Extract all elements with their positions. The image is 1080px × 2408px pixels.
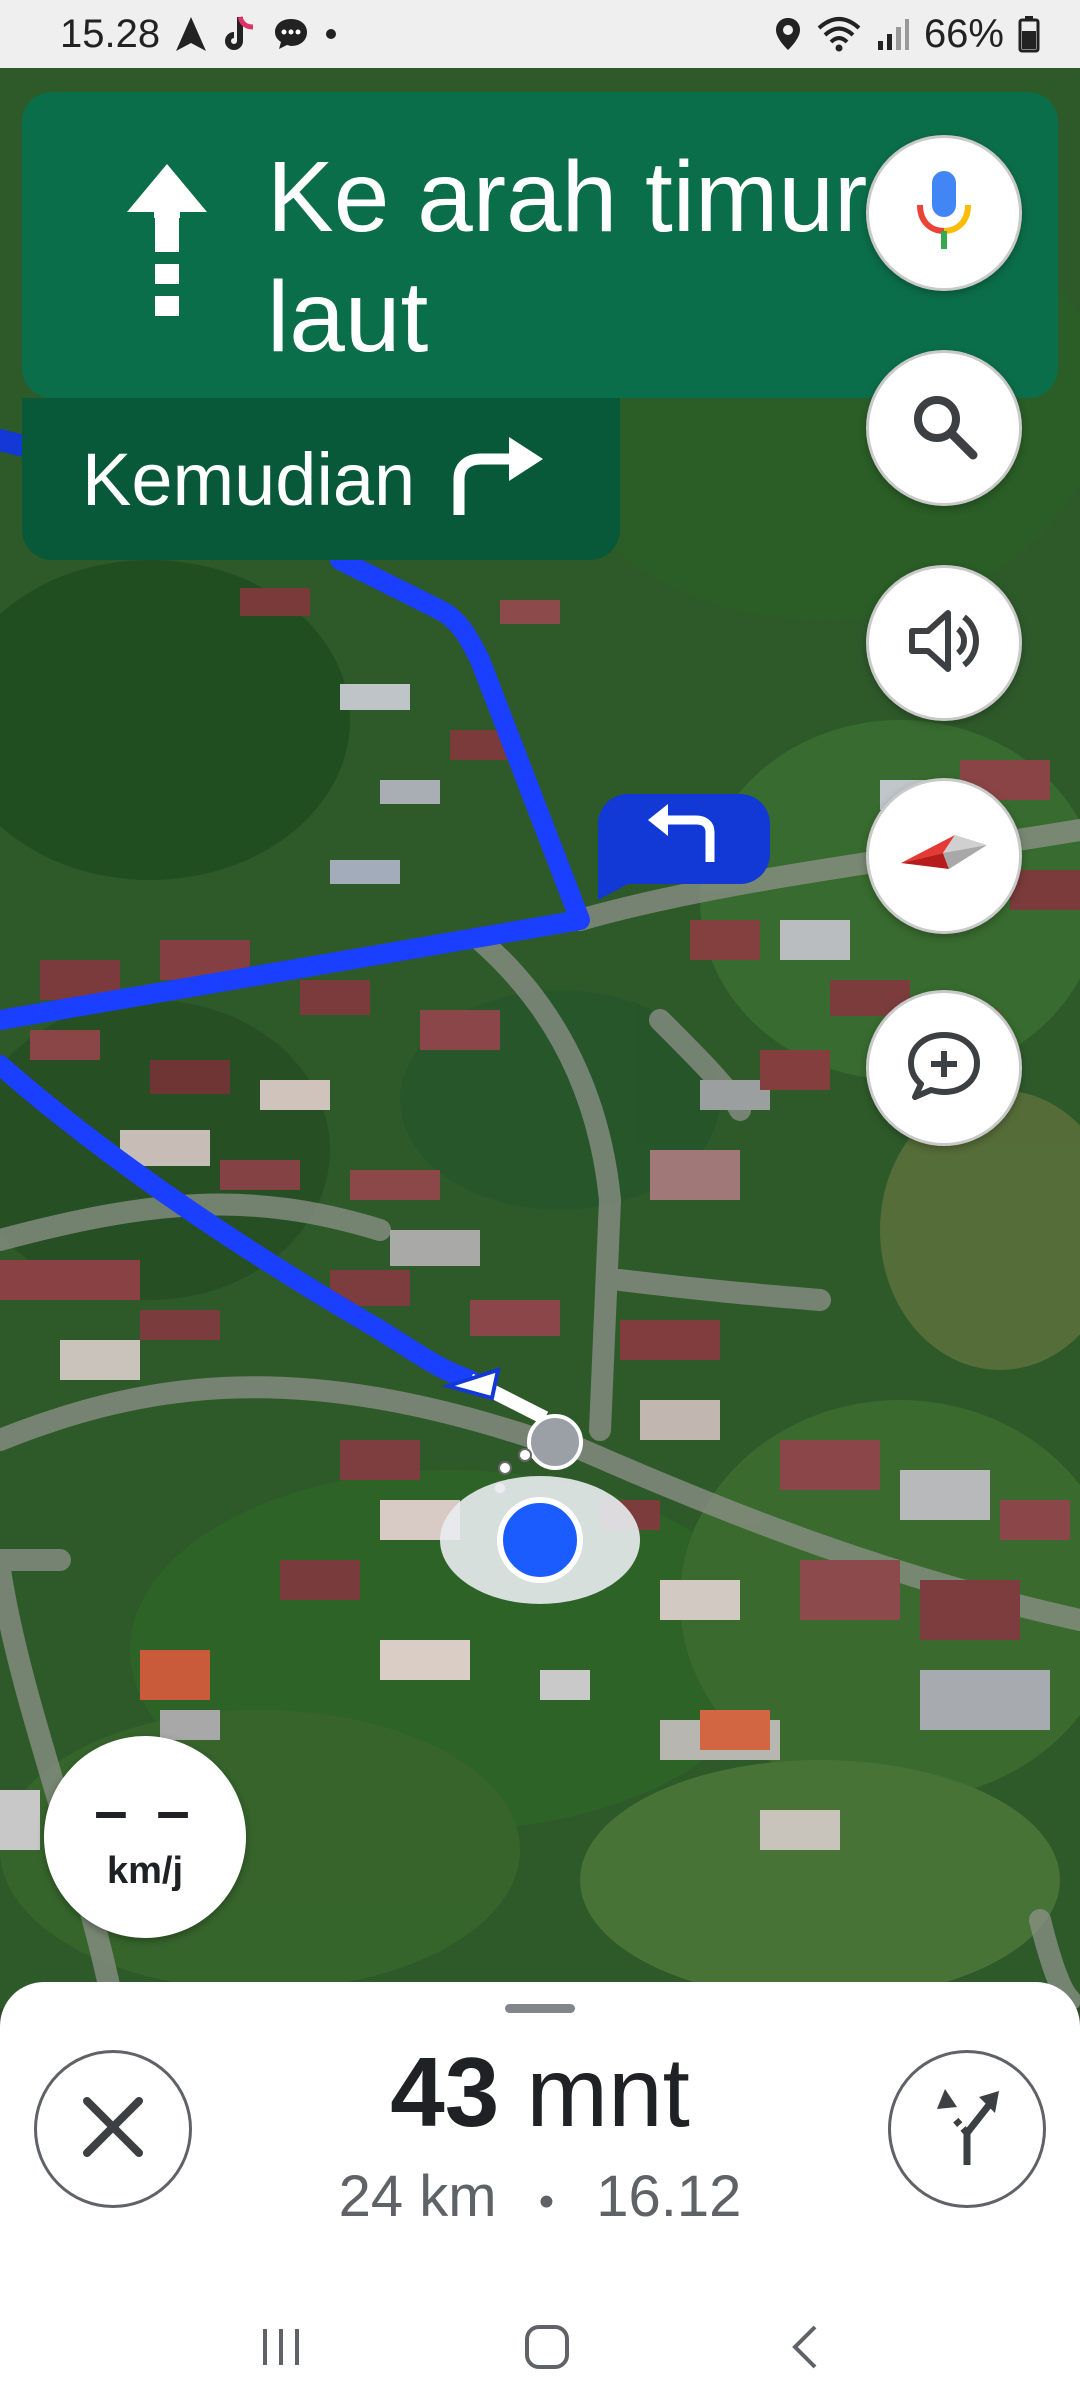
navigation-screen: 15.28 66% Ke arah timur laut Kemudian – … bbox=[0, 0, 1080, 2408]
signal-icon bbox=[876, 17, 910, 51]
arrival-time: 16.12 bbox=[596, 2164, 742, 2229]
add-report-button[interactable] bbox=[866, 990, 1022, 1146]
trip-details: 24 km • 16.12 bbox=[260, 2162, 820, 2237]
sound-button[interactable] bbox=[866, 565, 1022, 721]
duration-number: 43 bbox=[390, 2037, 500, 2147]
alternate-routes-button[interactable] bbox=[888, 2050, 1046, 2208]
voice-search-button[interactable] bbox=[866, 135, 1022, 291]
wifi-icon bbox=[816, 16, 862, 52]
direction-instruction: Ke arah timur laut bbox=[267, 141, 868, 373]
turn-right-icon bbox=[445, 435, 545, 524]
speed-value: – – bbox=[94, 1776, 196, 1844]
speed-unit: km/j bbox=[106, 1849, 184, 1892]
search-icon bbox=[909, 391, 979, 466]
drag-handle[interactable] bbox=[505, 2004, 575, 2013]
trip-distance: 24 km bbox=[338, 2164, 497, 2229]
more-notifications-dot-icon bbox=[324, 27, 338, 41]
tiktok-icon bbox=[222, 14, 258, 54]
back-button[interactable] bbox=[787, 2322, 823, 2377]
battery-icon bbox=[1018, 15, 1040, 53]
microphone-icon bbox=[914, 169, 974, 258]
speedometer: – – km/j bbox=[44, 1736, 246, 1938]
trip-duration: 43 mnt bbox=[260, 2032, 820, 2152]
current-location-dot bbox=[497, 1497, 583, 1583]
exit-navigation-button[interactable] bbox=[34, 2050, 192, 2208]
navigation-status-icon bbox=[174, 15, 208, 53]
close-icon bbox=[81, 2095, 145, 2164]
status-time: 15.28 bbox=[60, 11, 161, 56]
system-navigation-bar bbox=[0, 2290, 1080, 2408]
status-right: 66% bbox=[774, 12, 1040, 57]
home-button[interactable] bbox=[522, 2322, 572, 2377]
status-left: 15.28 bbox=[60, 12, 338, 57]
compass-button[interactable] bbox=[866, 778, 1022, 934]
straight-arrow-icon bbox=[122, 160, 212, 335]
upcoming-turn-marker[interactable] bbox=[598, 792, 772, 907]
then-banner[interactable]: Kemudian bbox=[22, 398, 620, 560]
compass-icon bbox=[899, 829, 989, 884]
battery-percent: 66% bbox=[923, 11, 1004, 56]
recent-apps-button[interactable] bbox=[257, 2325, 307, 2374]
then-label: Kemudian bbox=[82, 437, 416, 521]
duration-unit: mnt bbox=[499, 2037, 690, 2147]
alternate-routes-icon bbox=[927, 2085, 1007, 2174]
speaker-icon bbox=[908, 609, 980, 678]
search-button[interactable] bbox=[866, 350, 1022, 506]
status-bar: 15.28 66% bbox=[0, 0, 1080, 68]
chat-notification-icon bbox=[272, 16, 310, 52]
add-comment-icon bbox=[907, 1031, 981, 1106]
location-pin-icon bbox=[774, 16, 802, 52]
trip-separator: • bbox=[538, 2177, 555, 2226]
